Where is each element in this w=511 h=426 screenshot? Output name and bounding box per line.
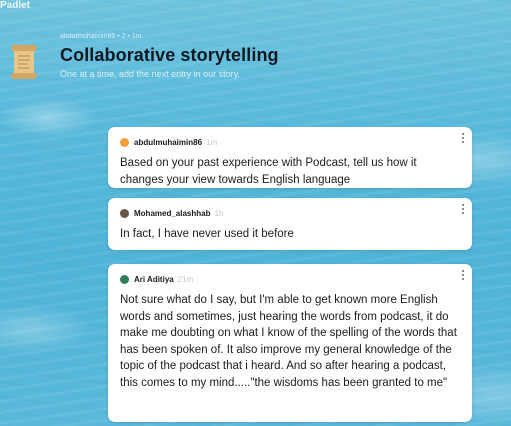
post-card[interactable]: Mohamed_alashhab 1h In fact, I have neve… — [108, 198, 472, 250]
post-header: Ari Aditiya 21m — [120, 273, 460, 285]
post-author[interactable]: Mohamed_alashhab — [134, 209, 210, 218]
avatar — [120, 274, 129, 284]
post-author[interactable]: abdulmuhaimin86 — [134, 138, 202, 147]
post-time: 1h — [214, 208, 224, 218]
post-time: 1m — [206, 137, 218, 147]
post-header: abdulmuhaimin86 1m — [120, 136, 460, 148]
post-body: In fact, I have never used it before — [120, 228, 294, 240]
post-card[interactable]: abdulmuhaimin86 1m Based on your past ex… — [108, 127, 472, 188]
board-subtitle: One at a time, add the next entry in our… — [60, 69, 240, 79]
scroll-icon — [11, 45, 37, 79]
board-meta: abdulmuhaimin86 • 2 • 1m — [60, 33, 142, 40]
more-vertical-icon[interactable] — [460, 133, 466, 143]
app-brand[interactable]: Padlet — [0, 0, 30, 11]
post-card[interactable]: Ari Aditiya 21m Not sure what do I say, … — [108, 264, 472, 422]
post-body: Based on your past experience with Podca… — [120, 157, 417, 186]
avatar — [120, 137, 129, 147]
post-header: Mohamed_alashhab 1h — [120, 207, 460, 219]
more-vertical-icon[interactable] — [460, 270, 466, 280]
more-vertical-icon[interactable] — [460, 204, 466, 214]
post-body: Not sure what do I say, but I'm able to … — [120, 294, 457, 389]
avatar — [120, 208, 129, 218]
post-author[interactable]: Ari Aditiya — [134, 275, 174, 284]
board-title: Collaborative storytelling — [60, 45, 279, 65]
post-time: 21m — [177, 274, 194, 284]
